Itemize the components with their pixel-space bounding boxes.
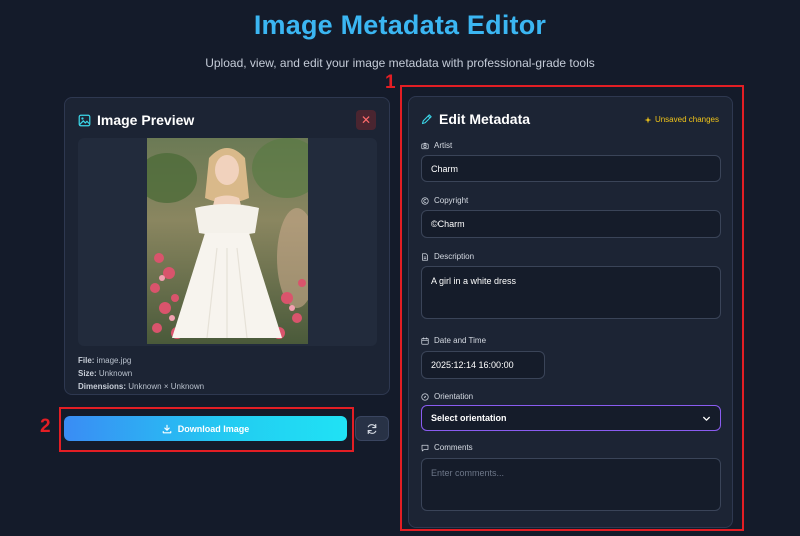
remove-image-button[interactable]: ✕ xyxy=(356,110,376,130)
image-preview-area xyxy=(78,138,377,346)
preview-photo xyxy=(147,138,308,344)
image-preview-header: Image Preview xyxy=(78,112,194,128)
reset-button[interactable] xyxy=(355,416,389,441)
file-name-label: File: xyxy=(78,356,95,365)
annotation-box-2 xyxy=(59,407,354,452)
image-preview-card: Image Preview ✕ File: image.jpg Size: Un… xyxy=(64,97,390,395)
page-subtitle: Upload, view, and edit your image metada… xyxy=(205,56,595,70)
file-info: File: image.jpg Size: Unknown Dimensions… xyxy=(78,354,204,393)
file-size-label: Size: xyxy=(78,369,97,378)
annotation-number-2: 2 xyxy=(40,416,51,437)
file-size-value: Unknown xyxy=(98,369,133,378)
close-icon: ✕ xyxy=(360,113,372,127)
file-dimensions-value: Unknown × Unknown xyxy=(128,382,205,391)
image-icon xyxy=(78,114,91,127)
annotation-number-1: 1 xyxy=(385,72,396,93)
annotation-box-1 xyxy=(400,85,744,531)
refresh-icon xyxy=(366,423,378,435)
image-preview-title: Image Preview xyxy=(97,112,195,128)
file-name-value: image.jpg xyxy=(96,356,132,365)
file-dimensions-label: Dimensions: xyxy=(78,382,127,391)
page-title: Image Metadata Editor xyxy=(253,10,547,40)
